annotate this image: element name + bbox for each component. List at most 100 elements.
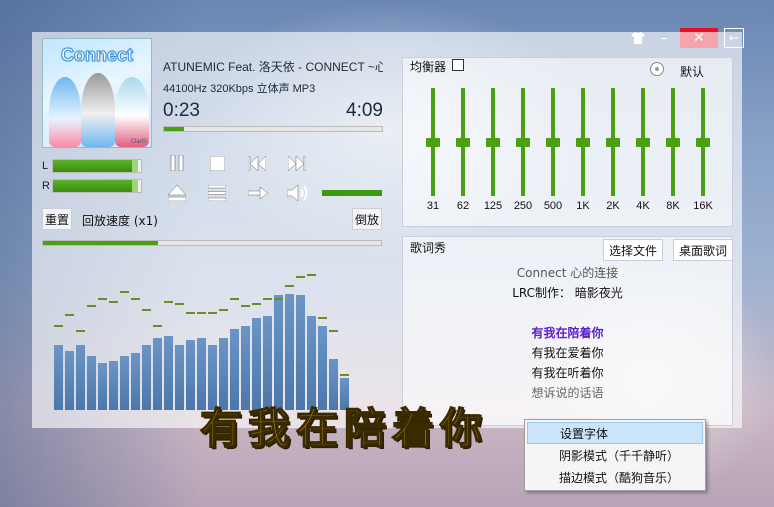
eject-button[interactable] bbox=[166, 182, 188, 204]
spectrum-bar bbox=[109, 361, 118, 410]
album-cover: Connect ClariS bbox=[42, 38, 152, 148]
lyrics-credit: LRC制作： 暗影夜光 bbox=[512, 286, 623, 300]
eq-frequency-label: 16K bbox=[693, 200, 713, 212]
eq-frequency-label: 31 bbox=[426, 200, 440, 212]
eq-slider-thumb[interactable] bbox=[426, 138, 440, 147]
equalizer-enable-checkbox[interactable] bbox=[452, 59, 464, 71]
previous-icon bbox=[248, 155, 266, 171]
spectrum-bar bbox=[274, 295, 283, 410]
spectrum-bar bbox=[296, 295, 305, 410]
spectrum-peak bbox=[274, 298, 283, 300]
eq-slider-thumb[interactable] bbox=[456, 138, 470, 147]
current-time: 0:23 bbox=[163, 100, 200, 121]
spectrum-peak bbox=[329, 330, 338, 333]
eq-slider-thumb[interactable] bbox=[636, 138, 650, 147]
choose-file-button[interactable]: 选择文件 bbox=[603, 239, 663, 261]
song-title: ATUNEMIC Feat. 洛天依 - CONNECT ~心的 bbox=[163, 60, 383, 74]
character-figure bbox=[49, 77, 81, 147]
menu-item-set-font[interactable]: 设置字体 bbox=[527, 422, 703, 444]
spectrum-peak bbox=[340, 373, 349, 376]
stop-icon bbox=[209, 155, 225, 171]
spectrum-analyzer bbox=[54, 270, 384, 410]
pause-button[interactable] bbox=[166, 152, 188, 174]
spectrum-peak bbox=[142, 308, 151, 311]
spectrum-peak bbox=[230, 298, 239, 300]
stop-button[interactable] bbox=[206, 152, 228, 174]
next-icon bbox=[288, 155, 306, 171]
reset-button[interactable]: 重置 bbox=[42, 208, 72, 230]
spectrum-peak bbox=[186, 311, 195, 314]
preset-label: 默认 bbox=[680, 65, 705, 79]
vu-meter-right bbox=[52, 179, 142, 193]
spectrum-peak bbox=[98, 298, 107, 300]
lyrics-line: 有我在爱着你 bbox=[531, 346, 604, 360]
vu-meter-left bbox=[52, 159, 142, 173]
character-figure bbox=[81, 73, 115, 147]
seek-bar[interactable] bbox=[163, 126, 383, 132]
spectrum-bar bbox=[285, 293, 294, 410]
volume-slider[interactable] bbox=[322, 190, 382, 196]
play-mode-button[interactable] bbox=[246, 182, 270, 204]
eq-slider-thumb[interactable] bbox=[666, 138, 680, 147]
total-time: 4:09 bbox=[346, 100, 383, 121]
spectrum-bar bbox=[153, 338, 162, 410]
spectrum-peak bbox=[307, 273, 316, 276]
context-menu: 设置字体 阴影模式（千千静听） 描边模式（酷狗音乐） bbox=[524, 419, 706, 491]
cover-artist: ClariS bbox=[130, 139, 147, 145]
cover-title: Connect bbox=[61, 45, 134, 66]
audio-format: 44100Hz 320Kbps 立体声 MP3 bbox=[163, 83, 316, 95]
spectrum-peak bbox=[164, 300, 173, 303]
eq-frequency-label: 125 bbox=[483, 200, 503, 212]
menu-item-shadow-mode[interactable]: 阴影模式（千千静听） bbox=[527, 444, 703, 466]
desktop-lyrics-button[interactable]: 桌面歌词 bbox=[673, 239, 733, 261]
spectrum-peak bbox=[65, 314, 74, 317]
spectrum-peak bbox=[263, 298, 272, 300]
spectrum-bar bbox=[164, 335, 173, 410]
previous-button[interactable] bbox=[246, 152, 268, 174]
eject-icon bbox=[168, 185, 186, 201]
lyrics-song-name: Connect 心的连接 bbox=[516, 266, 619, 280]
lyrics-line: 有我在听着你 bbox=[531, 366, 604, 380]
eq-slider-thumb[interactable] bbox=[606, 138, 620, 147]
next-button[interactable] bbox=[286, 152, 308, 174]
spectrum-peak bbox=[252, 303, 261, 306]
playback-speed-slider[interactable] bbox=[42, 240, 382, 246]
menu-item-outline-mode[interactable]: 描边模式（酷狗音乐） bbox=[527, 466, 703, 488]
lyrics-title: 歌词秀 bbox=[410, 241, 447, 255]
eq-slider-thumb[interactable] bbox=[576, 138, 590, 147]
arrow-right-icon bbox=[248, 187, 268, 199]
eq-frequency-label: 4K bbox=[636, 200, 650, 212]
preset-radio[interactable] bbox=[650, 62, 664, 76]
eq-frequency-label: 8K bbox=[666, 200, 680, 212]
speaker-icon bbox=[287, 184, 308, 202]
pause-icon bbox=[170, 155, 184, 171]
vu-left-label: L bbox=[42, 160, 49, 172]
spectrum-bar bbox=[175, 345, 184, 410]
spectrum-bar bbox=[76, 345, 85, 410]
spectrum-peak bbox=[87, 304, 96, 307]
spectrum-peak bbox=[175, 303, 184, 306]
eq-frequency-label: 1K bbox=[576, 200, 590, 212]
spectrum-peak bbox=[197, 311, 206, 314]
eq-slider-thumb[interactable] bbox=[486, 138, 500, 147]
volume-button[interactable] bbox=[286, 182, 310, 204]
eq-frequency-label: 62 bbox=[456, 200, 470, 212]
eq-slider-thumb[interactable] bbox=[546, 138, 560, 147]
desktop-lyrics-text[interactable]: 有我在陪着你 bbox=[199, 395, 488, 456]
playlist-icon bbox=[208, 185, 226, 201]
spectrum-bar bbox=[120, 356, 129, 410]
spectrum-peak bbox=[153, 325, 162, 327]
playlist-button[interactable] bbox=[206, 182, 228, 204]
lyrics-line-active: 有我在陪着你 bbox=[531, 326, 604, 340]
vu-right-label: R bbox=[42, 180, 50, 192]
spectrum-bar bbox=[98, 362, 107, 410]
reverse-button[interactable]: 倒放 bbox=[352, 208, 382, 230]
spectrum-peak bbox=[120, 291, 129, 294]
spectrum-peak bbox=[76, 330, 85, 333]
spectrum-bar bbox=[131, 353, 140, 410]
eq-frequency-label: 250 bbox=[513, 200, 533, 212]
spectrum-bar bbox=[65, 350, 74, 410]
equalizer-title: 均衡器 bbox=[410, 60, 447, 74]
eq-slider-thumb[interactable] bbox=[516, 138, 530, 147]
eq-slider-thumb[interactable] bbox=[696, 138, 710, 147]
